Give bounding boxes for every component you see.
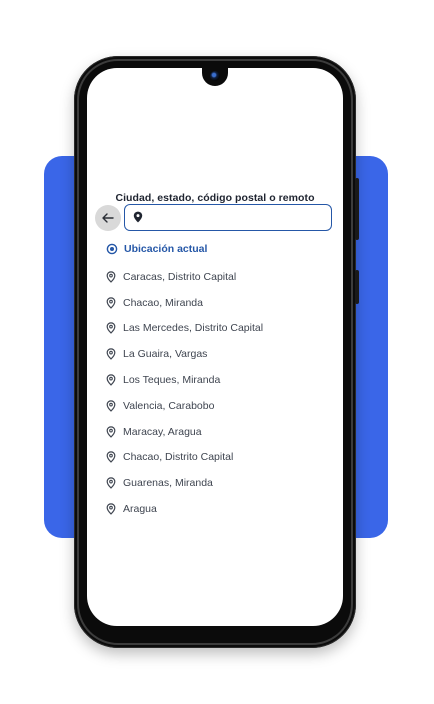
location-pin-filled-icon [133,211,143,223]
location-pin-icon [106,477,116,489]
location-suggestion-item[interactable]: Las Mercedes, Distrito Capital [106,316,331,342]
phone-screen: Ciudad, estado, código postal o remoto U… [87,68,343,626]
location-pin-icon [106,296,116,309]
location-suggestion-label: Guarenas, Miranda [123,477,213,490]
location-search-input[interactable] [149,208,324,226]
location-pin-icon [106,271,116,283]
location-pin-icon [106,322,116,335]
notch [202,68,228,86]
location-suggestion-item[interactable]: Chacao, Distrito Capital [106,445,331,471]
location-pin-icon [106,425,116,438]
location-suggestion-item[interactable]: Maracay, Aragua [106,419,331,445]
location-suggestion-label: Caracas, Distrito Capital [123,270,237,283]
location-pin-icon [106,348,116,361]
location-suggestion-item[interactable]: Los Teques, Miranda [106,367,331,393]
location-suggestion-label: Aragua [123,503,157,516]
power-button [355,270,359,304]
back-button[interactable] [95,205,121,231]
location-pin-icon [106,374,116,386]
location-suggestion-label: Chacao, Miranda [123,296,203,309]
location-suggestion-label: Las Mercedes, Distrito Capital [123,322,264,335]
phone-frame: Ciudad, estado, código postal o remoto U… [74,56,359,648]
location-suggestion-label: La Guaira, Vargas [123,348,208,361]
location-suggestion-item[interactable]: Aragua [106,496,331,522]
current-location-label: Ubicación actual [124,243,208,255]
location-pin-icon [106,400,116,412]
arrow-left-icon [102,213,114,223]
target-icon [106,243,118,255]
volume-button [355,178,359,240]
location-pin-icon [106,451,116,464]
location-suggestion-item[interactable]: Guarenas, Miranda [106,470,331,496]
stage: Ciudad, estado, código postal o remoto U… [0,0,434,704]
location-field-label: Ciudad, estado, código postal o remoto [115,192,315,204]
location-pin-icon [106,503,116,515]
location-suggestion-label: Maracay, Aragua [123,425,202,438]
current-location-option[interactable]: Ubicación actual [106,240,207,258]
front-camera-icon [210,71,220,81]
location-suggestion-item[interactable]: Valencia, Carabobo [106,393,331,419]
location-suggestion-item[interactable]: Caracas, Distrito Capital [106,264,331,290]
location-suggestion-label: Chacao, Distrito Capital [123,451,234,464]
location-suggestion-item[interactable]: Chacao, Miranda [106,290,331,316]
location-suggestion-label: Los Teques, Miranda [123,374,221,387]
location-suggestion-label: Valencia, Carabobo [123,399,215,412]
location-suggestion-item[interactable]: La Guaira, Vargas [106,341,331,367]
location-search-field[interactable] [124,204,332,231]
location-suggestion-list: Caracas, Distrito Capital Chacao, Miranda… [106,264,331,522]
